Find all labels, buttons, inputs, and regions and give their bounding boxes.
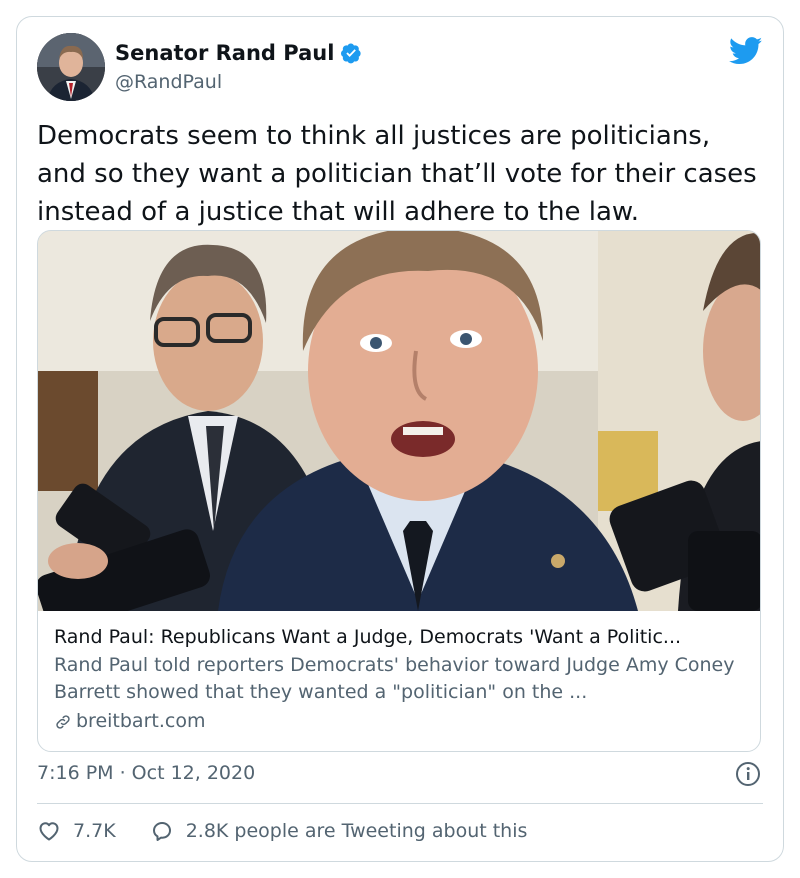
reply-label: 2.8K people are Tweeting about this [185,820,528,842]
like-button[interactable]: 7.7K [37,819,116,843]
link-title[interactable]: Rand Paul: Republicans Want a Judge, Dem… [54,624,748,650]
tweet-card[interactable]: Senator Rand Paul @RandPaul Democrats se… [16,16,784,862]
link-domain-text[interactable]: breitbart.com [76,708,205,735]
reply-bubble-icon [152,822,171,841]
reply-button[interactable]: 2.8K people are Tweeting about this [150,819,528,843]
link-body[interactable]: Rand Paul: Republicans Want a Judge, Dem… [54,624,748,735]
article-photo[interactable] [38,231,760,611]
avatar[interactable] [37,33,105,101]
author-handle[interactable]: @RandPaul [115,71,222,93]
tweet-actions: 7.7K 2.8K people are Tweeting about this [37,819,527,843]
link-preview-card[interactable]: Rand Paul: Republicans Want a Judge, Dem… [37,230,761,752]
link-icon [56,714,70,729]
like-count: 7.7K [73,820,116,842]
verified-badge-icon [341,43,362,64]
author-name[interactable]: Senator Rand Paul [115,41,362,65]
info-icon[interactable] [735,761,761,787]
heart-icon [39,822,59,841]
tweet-timestamp[interactable]: 7:16 PM · Oct 12, 2020 [37,762,255,784]
link-description: Rand Paul told reporters Democrats' beha… [54,654,735,703]
tweet-text: Democrats seem to think all justices are… [37,121,757,227]
divider [37,803,763,804]
link-domain[interactable]: breitbart.com [54,708,748,735]
twitter-bird-icon[interactable] [729,37,763,65]
author-name-text[interactable]: Senator Rand Paul [115,41,334,65]
